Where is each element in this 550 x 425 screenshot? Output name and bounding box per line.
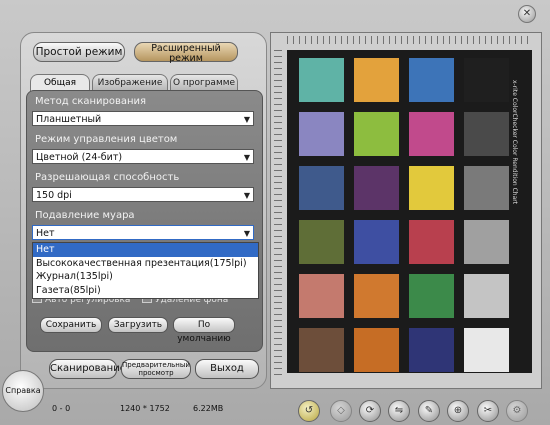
scan-button[interactable]: Сканирование	[49, 359, 126, 379]
color-patch	[299, 328, 344, 372]
chevron-down-icon: ▼	[243, 115, 250, 124]
auto-crop-icon[interactable]: ↺	[298, 400, 320, 422]
close-icon[interactable]: ✕	[518, 5, 536, 23]
advanced-mode-label-2: режим	[169, 52, 203, 64]
preview-label-1: Предварительный	[122, 361, 190, 369]
scan-method-label: Метод сканирования	[35, 96, 147, 107]
moire-option-none[interactable]: Нет	[33, 243, 258, 257]
flip-icon[interactable]: ⇋	[388, 400, 410, 422]
coords-readout: 0 - 0	[52, 404, 71, 413]
tab-image[interactable]: Изображение	[92, 74, 168, 91]
chevron-down-icon: ▼	[243, 191, 250, 200]
simple-mode-button[interactable]: Простой режим	[33, 42, 125, 62]
color-patch	[409, 328, 454, 372]
color-patch	[299, 220, 344, 264]
colorchecker-image	[287, 50, 532, 373]
resolution-value: 150 dpi	[36, 190, 72, 201]
color-patch	[464, 220, 509, 264]
image-size-readout: 1240 * 1752	[120, 404, 170, 413]
color-mode-label: Режим управления цветом	[35, 134, 178, 145]
moire-option-135lpi[interactable]: Журнал(135lpi)	[33, 270, 258, 284]
adjust-icon[interactable]: ✎	[418, 400, 440, 422]
color-patch	[354, 328, 399, 372]
chevron-down-icon: ▼	[243, 153, 250, 162]
color-patch	[409, 274, 454, 318]
color-patch	[464, 274, 509, 318]
load-button[interactable]: Загрузить	[108, 317, 168, 333]
color-patch	[354, 112, 399, 156]
color-patch	[299, 274, 344, 318]
resolution-select[interactable]: 150 dpi ▼	[32, 187, 254, 202]
moire-dropdown-list: Нет Высококачественная презентация(175lp…	[32, 242, 259, 299]
zoom-icon[interactable]: ⊕	[447, 400, 469, 422]
settings-icon[interactable]: ⚙	[506, 400, 528, 422]
moire-option-85lpi[interactable]: Газета(85lpi)	[33, 284, 258, 298]
color-patch	[299, 166, 344, 210]
color-patch	[299, 112, 344, 156]
tab-about[interactable]: О программе	[170, 74, 238, 91]
color-patch	[464, 166, 509, 210]
general-tab-content	[26, 90, 263, 352]
file-size-readout: 6.22MB	[193, 404, 224, 413]
ruler-vertical	[274, 50, 282, 375]
preview-label-2: просмотр	[138, 369, 174, 377]
color-mode-select[interactable]: Цветной (24-бит) ▼	[32, 149, 254, 164]
moire-value: Нет	[36, 228, 55, 239]
color-patch	[464, 112, 509, 156]
color-mode-value: Цветной (24-бит)	[36, 152, 123, 163]
ruler-horizontal	[287, 36, 532, 44]
help-button[interactable]: Справка	[2, 370, 44, 412]
moire-option-175lpi[interactable]: Высококачественная презентация(175lpi)	[33, 257, 258, 271]
color-patch	[299, 58, 344, 102]
color-patch	[464, 58, 509, 102]
color-patch	[409, 166, 454, 210]
crop-icon[interactable]: ✂	[477, 400, 499, 422]
color-patch	[354, 220, 399, 264]
color-patch	[464, 328, 509, 372]
color-patch	[409, 112, 454, 156]
select-area-icon[interactable]: ◇	[330, 400, 352, 422]
chevron-down-icon: ▼	[243, 229, 250, 238]
save-button[interactable]: Сохранить	[40, 317, 102, 333]
scan-method-select[interactable]: Планшетный ▼	[32, 111, 254, 126]
default-button[interactable]: По умолчанию	[173, 317, 235, 344]
scanner-window: ✕ Простой режим Расширенный режим Общая …	[0, 0, 550, 425]
preview-button[interactable]: Предварительный просмотр	[121, 359, 191, 379]
color-patch	[354, 274, 399, 318]
scan-method-value: Планшетный	[36, 114, 102, 125]
color-patch	[354, 166, 399, 210]
moire-select[interactable]: Нет ▼	[32, 225, 254, 240]
exit-button[interactable]: Выход	[195, 359, 259, 379]
moire-label: Подавление муара	[35, 210, 135, 221]
color-patch	[354, 58, 399, 102]
advanced-mode-button[interactable]: Расширенный режим	[134, 42, 238, 64]
tab-general[interactable]: Общая	[30, 74, 90, 91]
color-patch	[409, 58, 454, 102]
chart-label: x-rite ColorChecker Color Rendition Char…	[511, 80, 518, 205]
resolution-label: Разрешающая способность	[35, 172, 180, 183]
color-patch	[409, 220, 454, 264]
rotate-icon[interactable]: ⟳	[359, 400, 381, 422]
